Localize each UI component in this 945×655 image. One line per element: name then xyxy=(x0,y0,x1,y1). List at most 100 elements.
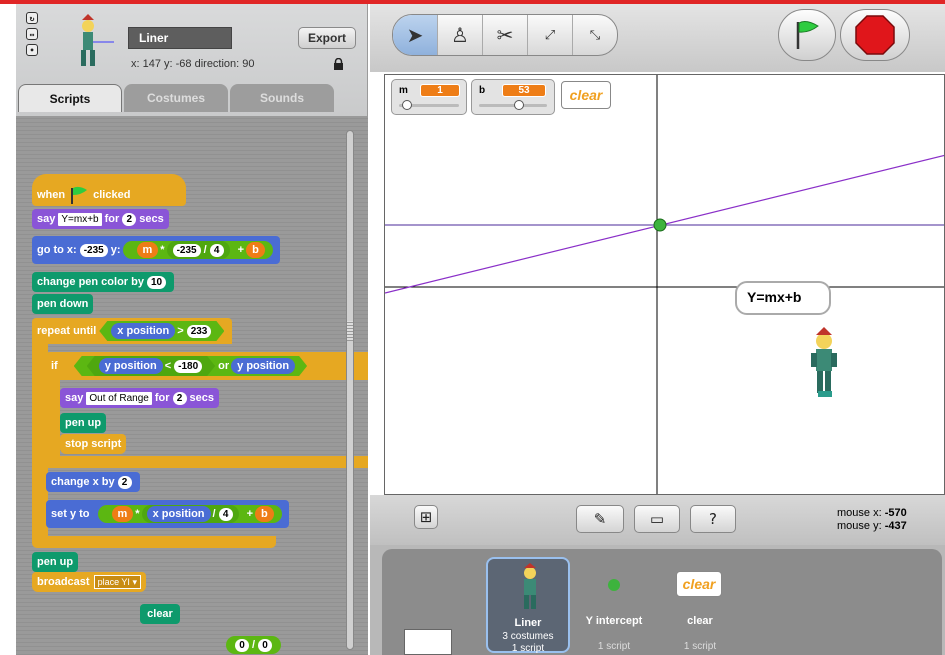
plus-reporter-2[interactable]: m * x position / 4 + b xyxy=(97,505,282,523)
gt-condition[interactable]: x position > 233 xyxy=(99,321,224,341)
folder-sprite-icon[interactable]: ▭ xyxy=(634,505,680,533)
stage[interactable]: m 1 b 53 clear Y=mx+b xyxy=(384,74,945,495)
when-flag-clicked-block[interactable]: when clicked xyxy=(32,174,186,206)
gt-value[interactable]: 233 xyxy=(187,325,212,338)
change-x-input[interactable]: 2 xyxy=(117,475,132,489)
times-reporter-2[interactable]: m * x position / 4 xyxy=(105,505,245,523)
var-b-2[interactable]: b xyxy=(255,506,274,522)
divide-den[interactable]: 4 xyxy=(209,243,224,257)
stamp-tool-icon[interactable]: ♙ xyxy=(438,15,483,55)
paint-new-sprite-icon[interactable]: ✎ xyxy=(576,505,624,533)
green-flag-button[interactable] xyxy=(778,9,836,61)
sprite-thumb-liner[interactable]: Liner 3 costumes 1 script xyxy=(486,557,570,654)
var-b[interactable]: b xyxy=(246,242,265,258)
secs-input[interactable]: 2 xyxy=(122,212,137,226)
pen-up-inner-block[interactable]: pen up xyxy=(60,413,107,433)
rotate-flip-icon[interactable]: ↔ xyxy=(26,28,38,40)
sprite-thumb-scripts: 1 script xyxy=(597,641,631,652)
scrollbar-thumb[interactable] xyxy=(347,321,353,341)
change-pen-color-block[interactable]: change pen color by 10 xyxy=(32,272,175,292)
tab-scripts[interactable]: Scripts xyxy=(18,84,122,112)
scripts-area[interactable]: when clicked say Y=mx+b for 2 secs go to… xyxy=(16,116,368,655)
broadcast-block[interactable]: broadcast place YI ▾ xyxy=(32,572,146,592)
arrow-tool-icon[interactable]: ➤ xyxy=(393,15,438,55)
stop-button[interactable] xyxy=(840,9,910,61)
times-reporter[interactable]: m * -235 / 4 xyxy=(130,241,236,259)
tab-costumes[interactable]: Costumes xyxy=(124,84,228,112)
monitor-b-knob[interactable] xyxy=(513,100,524,110)
y-position-reporter[interactable]: y position xyxy=(99,358,163,374)
pen-up-block[interactable]: pen up xyxy=(32,552,79,572)
sprite-thumb-clear[interactable]: clear clear 1 script xyxy=(658,557,742,653)
clear-stage-button[interactable]: clear xyxy=(561,81,611,109)
gt-op: > xyxy=(177,325,184,337)
rotate-none-icon[interactable]: • xyxy=(26,44,38,56)
export-button[interactable]: Export xyxy=(298,27,356,49)
set-y-block[interactable]: set y to m * x position / 4 + b xyxy=(46,500,289,528)
clear-block[interactable]: clear xyxy=(140,604,180,624)
sprite-library-panel: Liner 3 costumes 1 script Y intercept 1 … xyxy=(382,549,942,655)
for2-label: for xyxy=(154,392,170,404)
y-position-reporter-2[interactable]: y position xyxy=(231,358,295,374)
repeat-until-label: repeat until xyxy=(37,325,97,337)
scripts-scrollbar[interactable] xyxy=(346,130,354,650)
monitor-b[interactable]: b 53 xyxy=(471,79,555,115)
sprite-thumb-scripts: 1 script xyxy=(683,641,717,652)
stage-bottom-bar: ⊞ ✎ ▭ ? mouse x: -570 mouse y: -437 xyxy=(370,495,945,545)
repeat-until-block[interactable]: repeat until x position > 233 xyxy=(32,318,233,344)
tab-sounds[interactable]: Sounds xyxy=(230,84,334,112)
green-flag-icon xyxy=(796,21,819,49)
rotate-full-icon[interactable]: ↻ xyxy=(26,12,38,24)
character-sprite[interactable] xyxy=(811,327,837,397)
sprite-preview-icon xyxy=(81,14,114,66)
lock-icon[interactable] xyxy=(333,58,344,70)
shrink-tool-icon[interactable]: ⤡ xyxy=(573,15,617,55)
say-out-of-range-block[interactable]: say Out of Range for 2 secs xyxy=(60,388,219,408)
monitor-m-knob[interactable] xyxy=(401,100,412,110)
loose-div-b[interactable]: 0 xyxy=(258,638,273,652)
loose-div-op: / xyxy=(252,639,256,651)
broadcast-dropdown[interactable]: place YI ▾ xyxy=(93,575,141,589)
divide-den-2[interactable]: 4 xyxy=(218,507,233,521)
random-sprite-icon[interactable]: ? xyxy=(690,505,736,533)
secs2-input[interactable]: 2 xyxy=(172,391,187,405)
x-position-reporter-2[interactable]: x position xyxy=(146,506,211,522)
pen-down-block[interactable]: pen down xyxy=(32,294,94,314)
goto-x-input[interactable]: -235 xyxy=(79,243,108,257)
sprite-thumb-y-intercept[interactable]: Y intercept 1 script xyxy=(572,557,656,653)
stage-toolbar: ➤ ♙ ✂ ⤢ ⤡ xyxy=(370,4,945,72)
loose-div-a[interactable]: 0 xyxy=(235,638,249,652)
if-block[interactable]: if y position < -180 or y position xyxy=(46,352,368,380)
divide-reporter[interactable]: -235 / 4 xyxy=(166,241,230,259)
pen-color-input[interactable]: 10 xyxy=(146,275,167,289)
or-condition[interactable]: y position < -180 or y position xyxy=(74,356,307,376)
scissors-tool-icon[interactable]: ✂ xyxy=(483,15,528,55)
loose-divide-reporter[interactable]: 0 / 0 xyxy=(226,636,282,654)
var-m-2[interactable]: m xyxy=(111,506,134,522)
sprite-name-field[interactable]: Liner xyxy=(128,27,232,49)
green-flag-icon xyxy=(71,186,88,204)
change-x-block[interactable]: change x by 2 xyxy=(46,472,140,492)
lt-value[interactable]: -180 xyxy=(174,360,202,373)
presentation-mode-icon[interactable]: ⊞ xyxy=(414,505,438,529)
mouse-x-label: mouse x: xyxy=(837,507,882,519)
say-text[interactable]: Y=mx+b xyxy=(58,212,102,226)
divide-num[interactable]: -235 xyxy=(172,243,201,257)
monitor-m-name: m xyxy=(399,85,408,96)
monitor-m[interactable]: m 1 xyxy=(391,79,467,115)
divide-reporter-2[interactable]: x position / 4 xyxy=(141,505,239,523)
go-to-xy-block[interactable]: go to x: -235 y: m * -235 / 4 + b xyxy=(32,236,280,264)
say2-text[interactable]: Out of Range xyxy=(86,391,152,405)
stop-script-block[interactable]: stop script xyxy=(60,434,127,454)
goto-y-label: y: xyxy=(110,244,121,256)
for-label: for xyxy=(104,213,120,225)
grow-tool-icon[interactable]: ⤢ xyxy=(528,15,573,55)
lt-condition[interactable]: y position < -180 xyxy=(87,356,215,376)
x-position-reporter[interactable]: x position xyxy=(111,323,175,339)
plus-reporter[interactable]: m * -235 / 4 + b xyxy=(122,241,273,259)
stage-thumbnail[interactable] xyxy=(404,629,452,655)
var-m[interactable]: m xyxy=(136,242,159,258)
secs-label: secs xyxy=(139,213,164,225)
broadcast-label: broadcast xyxy=(37,576,90,588)
say-for-secs-block[interactable]: say Y=mx+b for 2 secs xyxy=(32,209,169,229)
